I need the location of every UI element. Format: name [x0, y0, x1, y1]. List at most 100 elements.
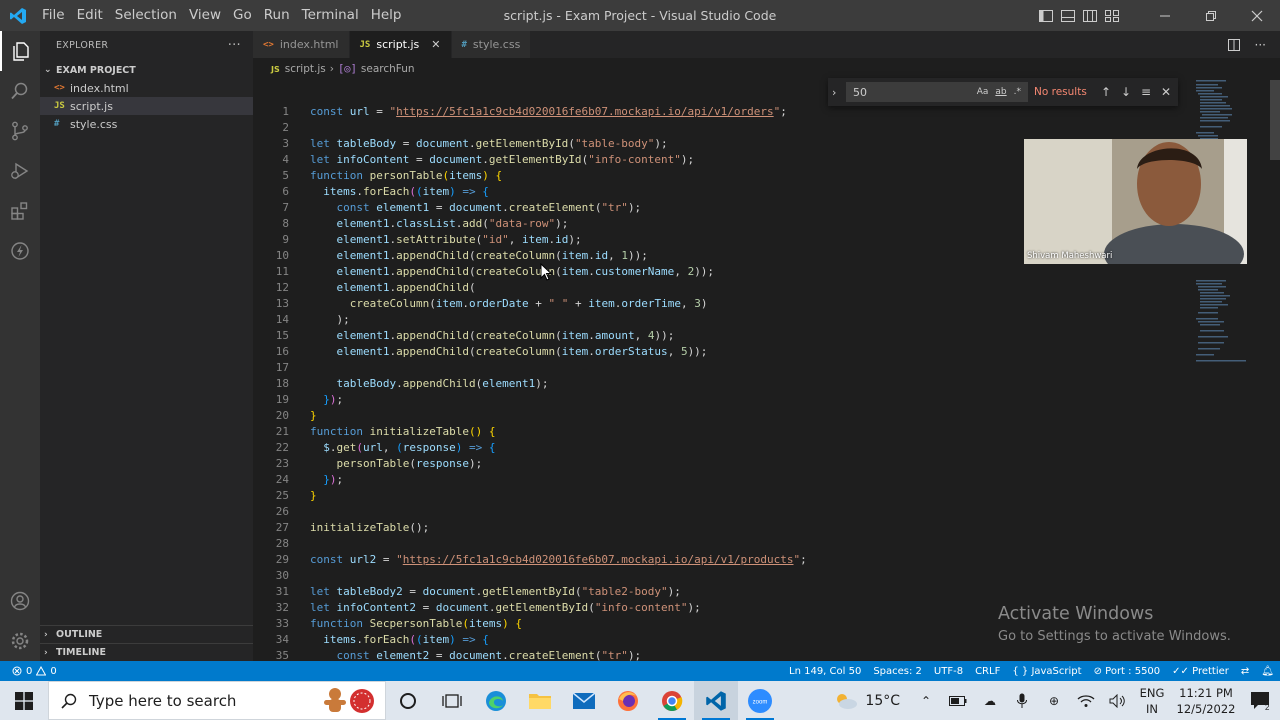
tab-close-icon[interactable]: ✕ [431, 38, 440, 51]
explorer-more-button[interactable]: ··· [228, 38, 241, 53]
firefox-icon[interactable] [606, 681, 650, 720]
toggle-replace-chevron-icon[interactable]: › [832, 86, 846, 99]
tab-index-html[interactable]: <> index.html [253, 31, 350, 58]
use-regex-toggle[interactable]: .* [1014, 87, 1021, 97]
breadcrumb-symbol[interactable]: searchFun [361, 63, 415, 75]
end-of-line[interactable]: CRLF [969, 666, 1006, 677]
close-find-icon[interactable]: ✕ [1156, 85, 1176, 99]
clock[interactable]: 11:21 PM 12/5/2022 [1170, 685, 1242, 717]
task-view-icon[interactable] [430, 681, 474, 720]
search-icon[interactable] [0, 71, 40, 111]
editor-scrollbar-track[interactable] [1270, 80, 1280, 661]
meet-now-icon[interactable]: ⊕ [1038, 694, 1070, 708]
file-explorer-icon[interactable] [518, 681, 562, 720]
menu-view[interactable]: View [183, 0, 227, 31]
weather-widget[interactable]: 15°C [833, 691, 900, 711]
line-number: 17 [275, 361, 289, 374]
tab-style-css[interactable]: # style.css [451, 31, 532, 58]
file-style-css[interactable]: # style.css [40, 115, 253, 133]
status-right: Ln 149, Col 50 Spaces: 2 UTF-8 CRLF { } … [783, 661, 1280, 681]
find-input[interactable]: 50 Aa ab .* [846, 82, 1028, 102]
run-debug-icon[interactable] [0, 151, 40, 191]
editor-scrollbar-thumb[interactable] [1270, 80, 1280, 160]
restore-button[interactable] [1188, 0, 1234, 31]
microphone-icon[interactable] [1006, 693, 1038, 709]
code-line: 17 [253, 360, 310, 376]
next-match-arrow-down-icon[interactable]: ↓ [1116, 85, 1136, 99]
minimize-button[interactable] [1142, 0, 1188, 31]
line-number: 22 [275, 441, 289, 454]
split-editor-icon[interactable] [1227, 38, 1241, 52]
indentation[interactable]: Spaces: 2 [867, 666, 928, 677]
battery-icon[interactable] [942, 695, 974, 706]
code-line: 6 items.forEach((item) => { [253, 184, 488, 200]
chrome-icon[interactable] [650, 681, 694, 720]
vscode-taskbar-icon[interactable] [694, 681, 738, 720]
project-folder[interactable]: ⌄ EXAM PROJECT [40, 61, 253, 79]
live-share-icon[interactable] [0, 231, 40, 271]
show-hidden-icons-chevron-up-icon[interactable]: ⌃ [910, 694, 942, 708]
settings-gear-icon[interactable] [0, 621, 40, 661]
close-window-button[interactable] [1234, 0, 1280, 31]
feedback-icon[interactable]: ⇄ [1235, 666, 1255, 677]
wifi-icon[interactable] [1070, 694, 1102, 708]
customize-layout-icon[interactable] [1104, 8, 1120, 24]
menu-help[interactable]: Help [365, 0, 408, 31]
start-button[interactable] [0, 681, 48, 720]
volume-icon[interactable] [1102, 693, 1134, 708]
match-whole-word-toggle[interactable]: ab [995, 87, 1006, 97]
prettier-status[interactable]: ✓✓ Prettier [1166, 666, 1235, 677]
taskbar-search-box[interactable]: Type here to search [48, 681, 386, 720]
temperature: 15°C [865, 692, 900, 709]
toggle-primary-sidebar-icon[interactable] [1038, 8, 1054, 24]
toggle-secondary-sidebar-icon[interactable] [1082, 8, 1098, 24]
css-file-icon: # [54, 119, 60, 129]
editor-more-icon[interactable]: ··· [1255, 38, 1266, 52]
file-encoding[interactable]: UTF-8 [928, 666, 969, 677]
toggle-panel-icon[interactable] [1060, 8, 1076, 24]
account-icon[interactable] [0, 581, 40, 621]
onedrive-icon[interactable]: ☁ [974, 694, 1006, 708]
minimize-icon [1160, 15, 1170, 16]
code-line: 32 let infoContent2 = document.getElement… [253, 600, 701, 616]
notifications-bell-icon[interactable]: 🔔︎ [1255, 666, 1280, 677]
menu-terminal[interactable]: Terminal [296, 0, 365, 31]
menu-file[interactable]: File [36, 0, 71, 31]
menu-run[interactable]: Run [258, 0, 296, 31]
extensions-icon[interactable] [0, 191, 40, 231]
file-script-js[interactable]: JS script.js [40, 97, 253, 115]
edge-browser-icon[interactable] [474, 681, 518, 720]
braces-icon: { } [1012, 665, 1029, 677]
zoom-icon[interactable]: zoom [738, 681, 782, 720]
line-number: 29 [275, 553, 289, 566]
explorer-icon[interactable] [0, 31, 40, 71]
source-control-icon[interactable] [0, 111, 40, 151]
language-mode[interactable]: { } JavaScript [1006, 666, 1087, 677]
language-indicator[interactable]: ENG IN [1134, 685, 1170, 717]
breadcrumb-file[interactable]: script.js [285, 63, 326, 75]
orders-url[interactable]: https://5fc1a1c9cb4d020016fe6b07.mockapi… [396, 105, 774, 118]
find-in-selection-icon[interactable]: ≡ [1136, 85, 1156, 99]
file-index-html[interactable]: <> index.html [40, 79, 253, 97]
outline-section[interactable]: › OUTLINE [40, 625, 253, 643]
tab-script-js[interactable]: JS script.js ✕ [349, 31, 452, 58]
code-line: 3 let tableBody = document.getElementById… [253, 136, 667, 152]
menu-edit[interactable]: Edit [71, 0, 109, 31]
mail-icon[interactable] [562, 681, 606, 720]
find-query: 50 [853, 85, 867, 99]
menu-go[interactable]: Go [227, 0, 258, 31]
previous-match-arrow-up-icon[interactable]: ↑ [1096, 85, 1116, 99]
timeline-section[interactable]: › TIMELINE [40, 643, 253, 661]
css-file-icon: # [461, 39, 467, 50]
line-number: 2 [282, 121, 289, 134]
match-case-toggle[interactable]: Aa [977, 87, 989, 97]
cortana-icon[interactable] [386, 681, 430, 720]
cursor-position[interactable]: Ln 149, Col 50 [783, 666, 867, 677]
menu-selection[interactable]: Selection [109, 0, 183, 31]
line-number: 3 [282, 137, 289, 150]
problems-indicator[interactable]: 0 0 [0, 666, 57, 677]
close-icon [1251, 10, 1263, 21]
live-server-port[interactable]: ⊘ Port : 5500 [1088, 666, 1167, 677]
products-url[interactable]: https://5fc1a1c9cb4d020016fe6b07.mockapi… [403, 553, 794, 566]
notification-center-button[interactable]: 2 [1242, 691, 1280, 711]
